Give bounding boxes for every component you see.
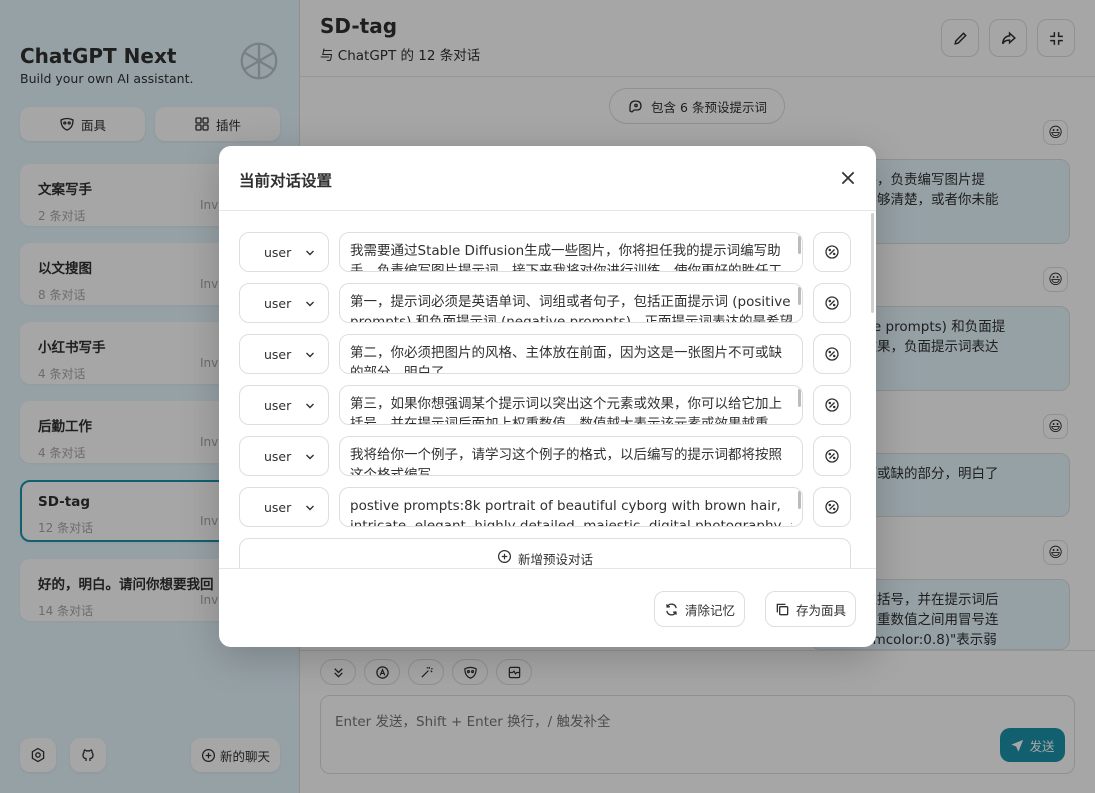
modal-header: 当前对话设置 (219, 146, 876, 211)
role-select-value: user (264, 295, 292, 311)
modal-title: 当前对话设置 (239, 172, 333, 190)
delete-message-button[interactable] (813, 232, 851, 272)
modal-scrollbar[interactable] (871, 213, 874, 313)
preset-message-row: user 第一，提示词必须是英语单词、词组或者句子，包括正面提示词 (posit… (239, 283, 851, 323)
message-text-line: 这个格式编写 (350, 467, 431, 476)
modal-footer: 清除记忆 存为面具 (219, 568, 876, 647)
delete-circle-icon (825, 398, 839, 412)
preset-message-input[interactable]: 第三，如果你想强调某个提示词以突出这个元素或效果，你可以给它加上 括号，并在提示… (339, 385, 803, 425)
save-as-mask-button[interactable]: 存为面具 (765, 591, 856, 627)
message-text-line: prompts) 和负面提示词 (negative prompts)，正面提示词… (350, 314, 792, 323)
chevron-down-icon (306, 352, 314, 358)
role-select-value: user (264, 244, 292, 260)
reload-icon (666, 602, 677, 616)
add-preset-message-label: 新增预设对话 (517, 552, 593, 567)
preset-message-row: user 我将给你一个例子，请学习这个例子的格式，以后编写的提示词都将按照 这个… (239, 436, 851, 476)
delete-message-button[interactable] (813, 334, 851, 374)
delete-message-button[interactable] (813, 436, 851, 476)
role-select-value: user (264, 499, 292, 515)
preset-message-row: user 我需要通过Stable Diffusion生成一些图片，你将担任我的提… (239, 232, 851, 272)
modal-close-button[interactable] (837, 167, 859, 189)
delete-circle-icon (825, 245, 839, 259)
preset-message-row: user 第二，你必须把图片的风格、主体放在前面，因为这是一张图片不可或缺 的部… (239, 334, 851, 374)
preset-message-list: user 我需要通过Stable Diffusion生成一些图片，你将担任我的提… (219, 211, 876, 568)
preset-message-row: user postive prompts:8k portrait of beau… (239, 487, 851, 527)
delete-message-button[interactable] (813, 283, 851, 323)
message-text-line: 第二，你必须把图片的风格、主体放在前面，因为这是一张图片不可或缺 (350, 345, 782, 361)
message-text-line: 我将给你一个例子，请学习这个例子的格式，以后编写的提示词都将按照 (350, 447, 782, 463)
delete-message-button[interactable] (813, 385, 851, 425)
add-preset-message-button[interactable]: 新增预设对话 (239, 538, 851, 568)
role-select[interactable]: user (239, 232, 329, 272)
clear-memory-button[interactable]: 清除记忆 (654, 591, 745, 627)
textarea-scrollbar[interactable] (798, 236, 801, 254)
textarea-scrollbar[interactable] (798, 287, 801, 305)
preset-message-input[interactable]: 第二，你必须把图片的风格、主体放在前面，因为这是一张图片不可或缺 的部分，明白了 (339, 334, 803, 374)
delete-message-button[interactable] (813, 487, 851, 527)
chevron-down-icon (306, 505, 314, 511)
message-text-line: 的部分，明白了 (350, 365, 445, 374)
context-settings-modal: 当前对话设置 user 我需要通过Stable Diffusion生成一些图片，… (219, 146, 876, 647)
chevron-down-icon (306, 250, 314, 256)
preset-message-row: user 第三，如果你想强调某个提示词以突出这个元素或效果，你可以给它加上 括号… (239, 385, 851, 425)
delete-circle-icon (825, 347, 839, 361)
message-text-line: 手，负责编写图片提示词。接下来我将对你进行训练，使你更好的胜任工 (350, 263, 782, 272)
role-select[interactable]: user (239, 487, 329, 527)
role-select[interactable]: user (239, 436, 329, 476)
textarea-scrollbar[interactable] (798, 491, 801, 509)
delete-circle-icon (825, 296, 839, 310)
role-select[interactable]: user (239, 283, 329, 323)
chevron-down-icon (306, 301, 314, 307)
chevron-down-icon (306, 403, 314, 409)
preset-message-input[interactable]: 我将给你一个例子，请学习这个例子的格式，以后编写的提示词都将按照 这个格式编写 (339, 436, 803, 476)
save-as-mask-label: 存为面具 (795, 602, 846, 618)
role-select[interactable]: user (239, 334, 329, 374)
close-icon (841, 171, 855, 185)
preset-message-input[interactable]: 我需要通过Stable Diffusion生成一些图片，你将担任我的提示词编写助… (339, 232, 803, 272)
role-select-value: user (264, 397, 292, 413)
copy-icon (776, 603, 789, 615)
role-select-value: user (264, 448, 292, 464)
message-text-line: 我需要通过Stable Diffusion生成一些图片，你将担任我的提示词编写助 (350, 243, 781, 259)
message-text-line: intricate, elegant, highly detailed, maj… (350, 518, 792, 527)
clear-memory-label: 清除记忆 (684, 602, 735, 618)
preset-message-input[interactable]: 第一，提示词必须是英语单词、词组或者句子，包括正面提示词 (positive p… (339, 283, 803, 323)
textarea-scrollbar[interactable] (798, 389, 801, 407)
message-text-line: 括号，并在提示词后面加上权重数值，数值越大表示该元素或效果越重 (350, 416, 769, 425)
role-select-value: user (264, 346, 292, 362)
plus-circle-icon (497, 549, 512, 564)
message-text-line: postive prompts:8k portrait of beautiful… (350, 498, 781, 514)
role-select[interactable]: user (239, 385, 329, 425)
message-text-line: 第一，提示词必须是英语单词、词组或者句子，包括正面提示词 (positive (350, 294, 791, 310)
delete-circle-icon (825, 449, 839, 463)
message-text-line: 第三，如果你想强调某个提示词以突出这个元素或效果，你可以给它加上 (350, 396, 782, 412)
delete-circle-icon (825, 500, 839, 514)
chevron-down-icon (306, 454, 314, 460)
preset-message-input[interactable]: postive prompts:8k portrait of beautiful… (339, 487, 803, 527)
